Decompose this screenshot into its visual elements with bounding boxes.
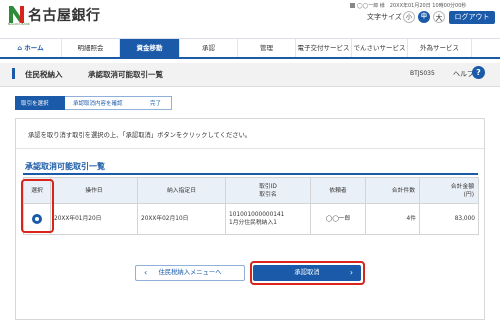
divider — [16, 148, 484, 149]
nav-item-home[interactable]: ⌂ ホーム — [0, 39, 62, 57]
total-count: 4件 — [365, 203, 420, 235]
col-count: 合計件数 — [365, 177, 420, 204]
step-complete: 完了 — [142, 96, 172, 110]
nav-item-statements[interactable]: 明細照会 — [62, 39, 120, 57]
nav-item-fund-transfer[interactable]: 資金移動 — [120, 39, 180, 57]
page-title: 承認取消可能取引一覧 — [88, 70, 163, 79]
title-accent — [12, 68, 15, 79]
transaction-table: 選択 操作日 納入指定日 取引ID 取引名 依頼者 合計件数 合計金額 (円) … — [23, 177, 479, 235]
table-row: 20XX年01月20日 20XX年02月10日 101001000000141 … — [23, 203, 479, 235]
nav-item-management[interactable]: 管理 — [238, 39, 296, 57]
col-transaction-name: 取引名 — [259, 191, 277, 198]
select-column-highlight — [21, 179, 54, 233]
instruction-text: 承認を取り消す取引を選択の上、「承認取消」ボタンをクリックしてください。 — [28, 132, 252, 139]
table-header-row: 選択 操作日 納入指定日 取引ID 取引名 依頼者 合計件数 合計金額 (円) — [23, 177, 479, 204]
chevron-left-icon: ‹ — [144, 268, 148, 277]
user-info: ◯◯一郎 様 20XX年01月20日 10時00分00秒 — [350, 2, 496, 10]
col-amount-label: 合計金額 — [450, 183, 474, 190]
help-icon[interactable]: ? — [472, 66, 485, 79]
font-small-button[interactable]: 小 — [403, 11, 415, 23]
logo-subtext: NAGOYA BANK — [8, 22, 30, 26]
font-medium-button[interactable]: 中 — [418, 11, 430, 23]
operation-date: 20XX年01月20日 — [50, 203, 138, 235]
transaction-id: 101001000000141 — [229, 212, 285, 218]
transaction-cell: 101001000000141 1月分住民税納入1 — [225, 203, 311, 235]
back-button-label: 住民税納入メニューへ — [158, 269, 222, 276]
nav-item-forex[interactable]: 外為サービス — [408, 39, 472, 57]
col-payment-date: 納入指定日 — [137, 177, 226, 204]
logout-button[interactable]: ログアウト — [449, 11, 495, 24]
user-icon — [350, 3, 355, 8]
user-info-text: ◯◯一郎 様 20XX年01月20日 10時00分00秒 — [357, 3, 467, 9]
font-size-label: 文字サイズ — [367, 13, 402, 21]
step-select: 取引を選択 — [15, 96, 65, 110]
step-confirm: 承認取消内容を確認 — [65, 96, 142, 110]
bank-name: 名古屋銀行 — [28, 8, 101, 24]
screen-code: BTJS035 — [410, 70, 435, 77]
col-transaction-id: 取引ID — [259, 183, 277, 190]
nav-item-approval[interactable]: 承認 — [180, 39, 238, 57]
list-title-underline — [23, 173, 478, 175]
header: NAGOYA BANK 名古屋銀行 ◯◯一郎 様 20XX年01月20日 10時… — [0, 0, 500, 34]
transaction-name: 1月分住民税納入1 — [229, 220, 277, 226]
col-requester: 依頼者 — [310, 177, 366, 204]
list-title: 承認取消可能取引一覧 — [25, 162, 105, 171]
font-large-button[interactable]: 大 — [433, 11, 445, 23]
total-amount: 83,000 — [419, 203, 479, 235]
col-operation-date: 操作日 — [50, 177, 138, 204]
nav-item-e-delivery[interactable]: 電子交付サービス — [296, 39, 352, 57]
payment-date: 20XX年02月10日 — [137, 203, 226, 235]
bank-logo-icon — [9, 6, 24, 23]
back-to-menu-button[interactable]: ‹ 住民税納入メニューへ — [135, 265, 245, 281]
button-highlight — [250, 261, 365, 285]
col-transaction: 取引ID 取引名 — [225, 177, 311, 204]
page-category: 住民税納入 — [25, 70, 63, 79]
global-nav: ⌂ ホーム 明細照会 資金移動 承認 管理 電子交付サービス でんさいサービス … — [0, 38, 500, 59]
step-indicator: 取引を選択 承認取消内容を確認 完了 — [15, 96, 172, 110]
help-link[interactable]: ヘルプ — [453, 69, 474, 79]
nav-item-densai[interactable]: でんさいサービス — [352, 39, 408, 57]
col-amount: 合計金額 (円) — [419, 177, 479, 204]
col-amount-unit: (円) — [463, 191, 474, 198]
requester: ◯◯一郎 — [310, 203, 366, 235]
